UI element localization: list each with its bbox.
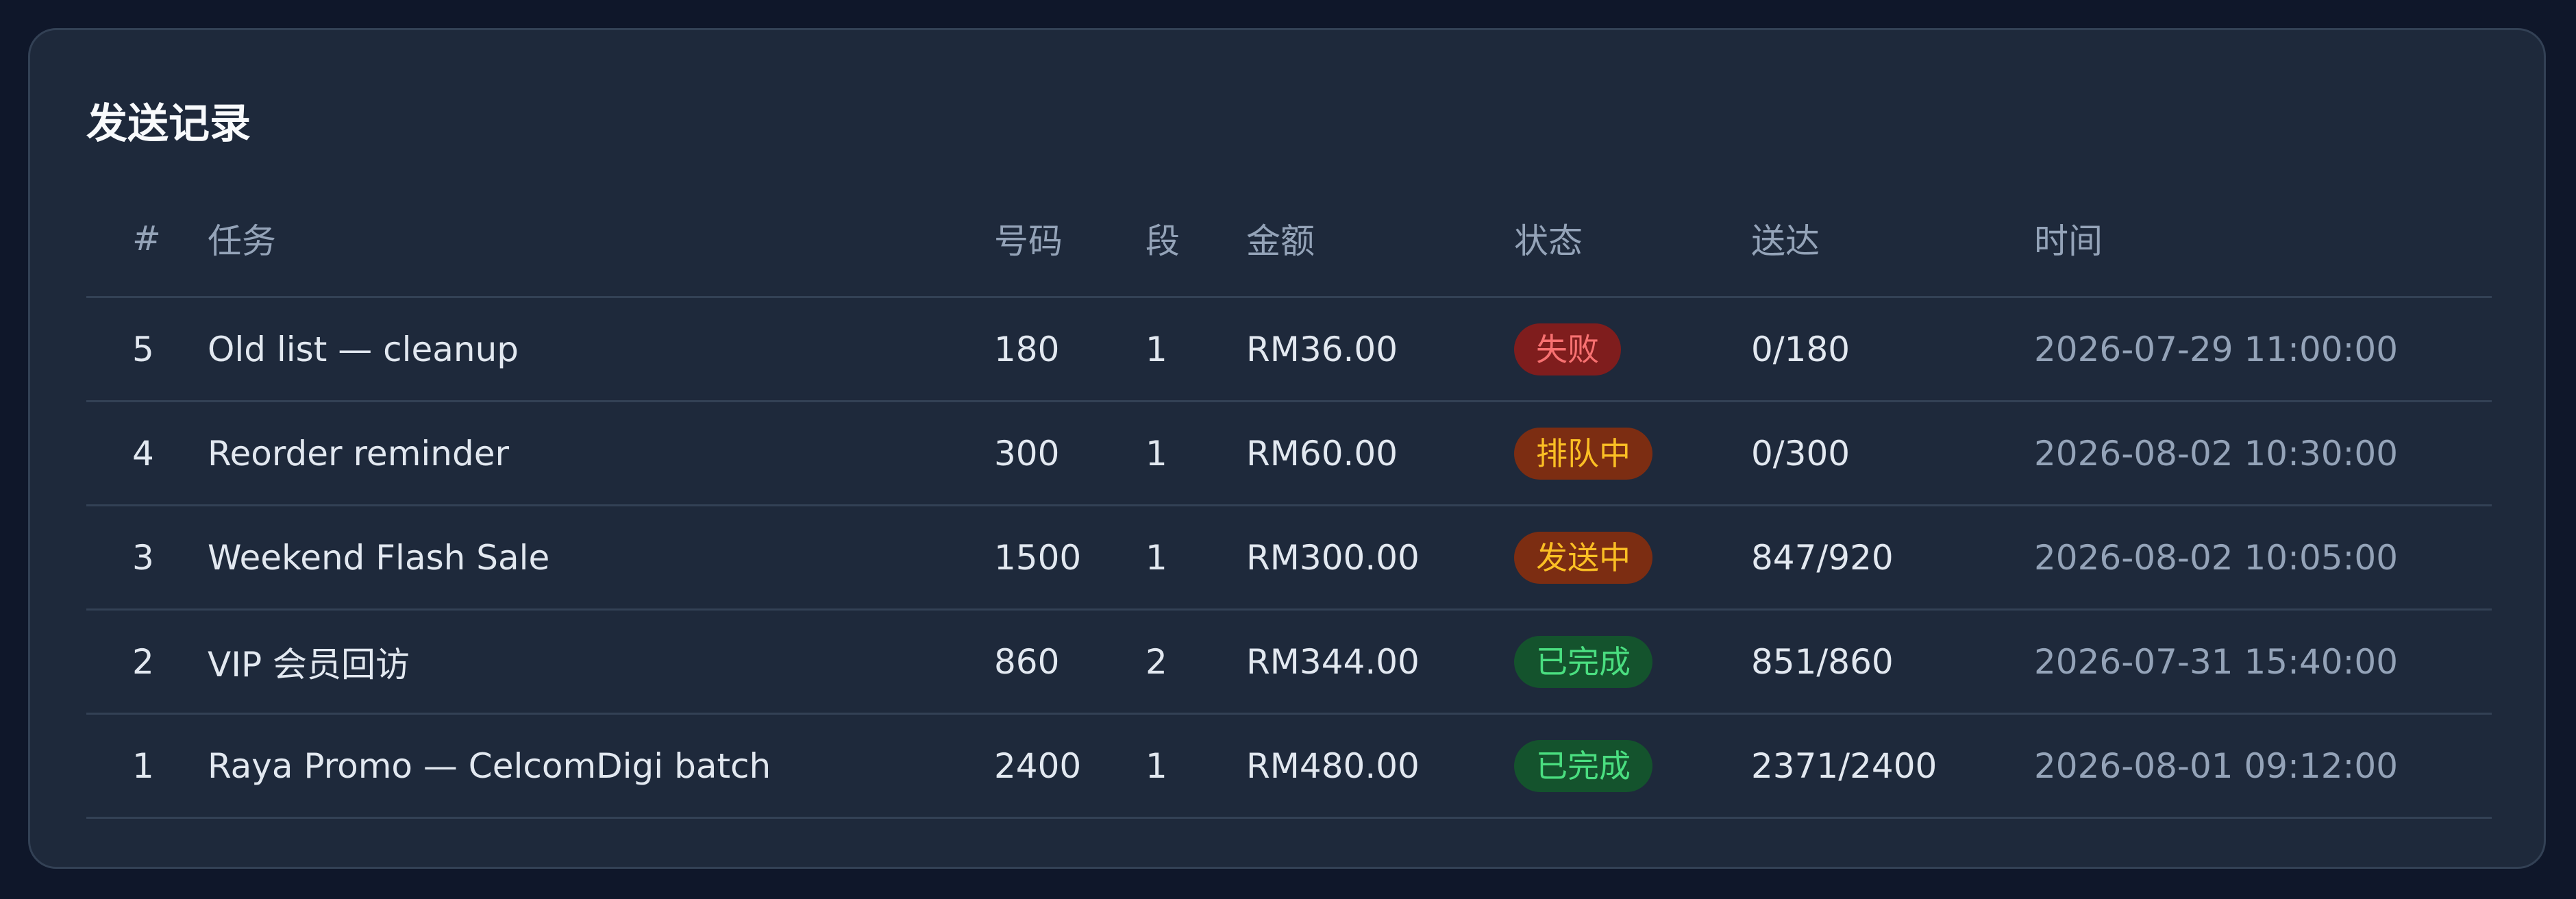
table-row[interactable]: 4 Reorder reminder 300 1 RM60.00 排队中 0/3… — [86, 402, 2492, 506]
row-delivered: 2371/2400 — [1751, 746, 1937, 786]
row-status-cell: 排队中 — [1514, 402, 1652, 504]
row-numbers: 1500 — [994, 537, 1082, 578]
row-delivered: 0/300 — [1751, 433, 1850, 473]
row-numbers: 860 — [994, 641, 1060, 682]
row-amount: RM300.00 — [1246, 537, 1420, 578]
row-amount: RM344.00 — [1246, 641, 1420, 682]
row-status-cell: 已完成 — [1514, 715, 1652, 817]
header-index: # — [132, 219, 161, 258]
row-segments: 2 — [1145, 641, 1167, 682]
row-time: 2026-07-31 15:40:00 — [2034, 641, 2399, 682]
status-badge: 已完成 — [1514, 635, 1652, 688]
status-badge: 发送中 — [1514, 531, 1652, 584]
row-amount: RM36.00 — [1246, 329, 1398, 369]
row-numbers: 300 — [994, 433, 1060, 473]
header-segments: 段 — [1145, 221, 1180, 261]
header-task: 任务 — [208, 221, 276, 261]
row-index: 4 — [132, 433, 154, 473]
row-task: VIP 会员回访 — [208, 644, 410, 685]
row-segments: 1 — [1145, 433, 1167, 473]
row-delivered: 847/920 — [1751, 537, 1894, 578]
row-status-cell: 已完成 — [1514, 611, 1652, 713]
row-time: 2026-08-02 10:30:00 — [2034, 433, 2399, 473]
row-index: 1 — [132, 746, 154, 786]
row-status-cell: 发送中 — [1514, 506, 1652, 608]
row-task: Reorder reminder — [208, 433, 510, 473]
row-task: Weekend Flash Sale — [208, 537, 550, 578]
table-header-row: # 任务 号码 段 金额 状态 送达 时间 — [86, 208, 2492, 298]
row-time: 2026-07-29 11:00:00 — [2034, 329, 2399, 369]
row-amount: RM480.00 — [1246, 746, 1420, 786]
send-records-table: # 任务 号码 段 金额 状态 送达 时间 5 Old list — clean… — [86, 208, 2492, 819]
header-amount: 金额 — [1246, 221, 1315, 261]
row-index: 3 — [132, 537, 154, 578]
row-time: 2026-08-01 09:12:00 — [2034, 746, 2399, 786]
row-numbers: 2400 — [994, 746, 1082, 786]
row-numbers: 180 — [994, 329, 1060, 369]
table-row[interactable]: 3 Weekend Flash Sale 1500 1 RM300.00 发送中… — [86, 506, 2492, 611]
panel-title: 发送记录 — [86, 100, 251, 148]
header-delivered: 送达 — [1751, 221, 1820, 261]
status-badge: 排队中 — [1514, 427, 1652, 480]
status-badge: 失败 — [1514, 323, 1621, 375]
row-delivered: 0/180 — [1751, 329, 1850, 369]
row-index: 5 — [132, 329, 154, 369]
table-row[interactable]: 2 VIP 会员回访 860 2 RM344.00 已完成 851/860 20… — [86, 611, 2492, 715]
status-badge: 已完成 — [1514, 739, 1652, 792]
header-time: 时间 — [2034, 221, 2103, 261]
row-task: Raya Promo — CelcomDigi batch — [208, 746, 771, 786]
row-segments: 1 — [1145, 329, 1167, 369]
row-task: Old list — cleanup — [208, 329, 519, 369]
row-status-cell: 失败 — [1514, 298, 1621, 400]
header-status: 状态 — [1514, 221, 1583, 261]
row-delivered: 851/860 — [1751, 641, 1894, 682]
table-row[interactable]: 1 Raya Promo — CelcomDigi batch 2400 1 R… — [86, 715, 2492, 819]
row-amount: RM60.00 — [1246, 433, 1398, 473]
send-records-panel: 发送记录 # 任务 号码 段 金额 状态 送达 时间 5 Old list — … — [28, 28, 2546, 869]
row-segments: 1 — [1145, 746, 1167, 786]
table-row[interactable]: 5 Old list — cleanup 180 1 RM36.00 失败 0/… — [86, 298, 2492, 402]
header-numbers: 号码 — [994, 221, 1063, 261]
row-index: 2 — [132, 641, 154, 682]
row-time: 2026-08-02 10:05:00 — [2034, 537, 2399, 578]
row-segments: 1 — [1145, 537, 1167, 578]
